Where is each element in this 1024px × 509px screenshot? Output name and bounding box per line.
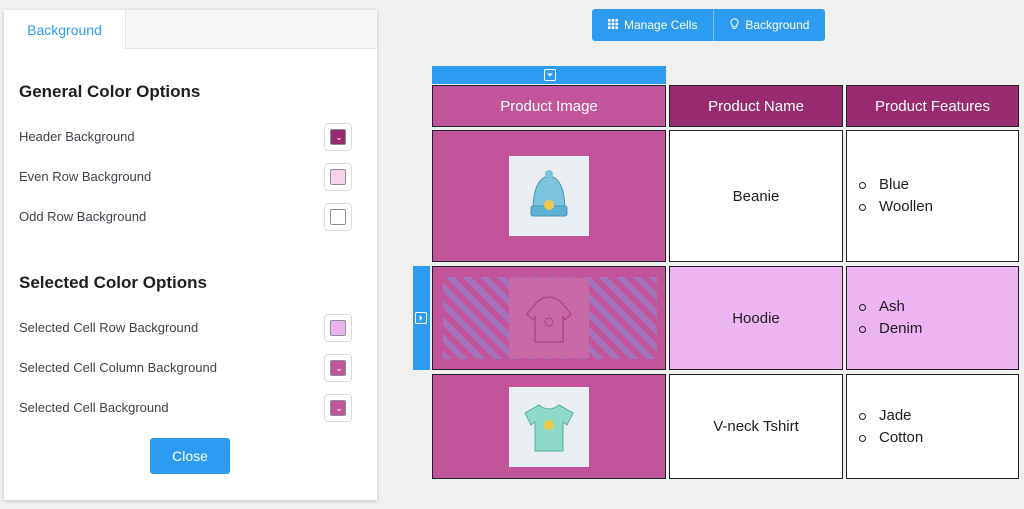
table-cell-name-row-2[interactable]: Hoodie (669, 266, 843, 370)
even-row-background-option: Even Row Background (19, 163, 352, 191)
table-cell-features-row-2[interactable]: Ash Denim (846, 266, 1019, 370)
manage-cells-button[interactable]: Manage Cells (592, 9, 715, 41)
features-list: Ash Denim (859, 296, 922, 340)
selected-cell-row-background-color-picker[interactable] (324, 314, 352, 342)
header-cell-product-features[interactable]: Product Features (846, 85, 1019, 127)
table-cell-features-row-1[interactable]: Blue Woollen (846, 130, 1019, 262)
odd-row-background-option: Odd Row Background (19, 203, 352, 231)
column-menu-toggle[interactable] (544, 69, 556, 81)
list-item: Blue (859, 174, 933, 196)
background-button[interactable]: Background (714, 9, 826, 41)
table-toolbar: Manage Cells Background (592, 9, 826, 41)
header-background-swatch: ⌄ (330, 129, 346, 145)
list-item: Ash (859, 296, 922, 318)
header-background-option: Header Background ⌄ (19, 123, 352, 151)
manage-cells-label: Manage Cells (624, 18, 698, 32)
caret-down-icon (547, 73, 553, 77)
selected-cell-background-swatch: ⌄ (330, 400, 346, 416)
bulb-icon (730, 17, 739, 33)
selected-cell-column-background-color-picker[interactable]: ⌄ (324, 354, 352, 382)
chevron-down-icon: ⌄ (335, 403, 343, 413)
header-cell-product-image[interactable]: Product Image (432, 85, 666, 127)
table-cell-name-row-1[interactable]: Beanie (669, 130, 843, 262)
selected-cell-column-background-label: Selected Cell Column Background (19, 360, 217, 375)
background-label: Background (745, 18, 810, 32)
close-button[interactable]: Close (150, 438, 230, 474)
features-list: Jade Cotton (859, 405, 923, 449)
selected-cell-column-background-option: Selected Cell Column Background ⌄ (19, 354, 352, 382)
tab-background[interactable]: Background (4, 10, 126, 49)
list-item: Denim (859, 318, 922, 340)
selected-cell-row-background-label: Selected Cell Row Background (19, 320, 199, 335)
row-menu-toggle[interactable] (415, 312, 427, 324)
column-handle[interactable] (432, 66, 666, 84)
caret-right-icon (419, 315, 423, 321)
hoodie-image (509, 278, 589, 358)
table-cell-image-row-3[interactable] (432, 374, 666, 479)
tshirt-image (509, 386, 589, 467)
odd-row-background-color-picker[interactable] (324, 203, 352, 231)
selected-cell-background-option: Selected Cell Background ⌄ (19, 394, 352, 422)
selected-cell-background-label: Selected Cell Background (19, 400, 169, 415)
even-row-background-color-picker[interactable] (324, 163, 352, 191)
odd-row-background-label: Odd Row Background (19, 209, 147, 224)
table-cell-name-row-3[interactable]: V-neck Tshirt (669, 374, 843, 479)
row-handle[interactable] (413, 266, 430, 370)
header-background-color-picker[interactable]: ⌄ (324, 123, 352, 151)
grid-icon (608, 18, 618, 32)
list-item: Cotton (859, 427, 923, 449)
header-cell-product-name[interactable]: Product Name (669, 85, 843, 127)
odd-row-background-swatch (330, 209, 346, 225)
selected-cell-row-background-option: Selected Cell Row Background (19, 314, 352, 342)
panel-tab-bar: Background (4, 10, 377, 49)
selected-cell-column-background-swatch: ⌄ (330, 360, 346, 376)
list-item: Jade (859, 405, 923, 427)
selected-cell-row-background-swatch (330, 320, 346, 336)
general-color-options-title: General Color Options (19, 82, 201, 101)
selected-cell-background-color-picker[interactable]: ⌄ (324, 394, 352, 422)
table-cell-features-row-3[interactable]: Jade Cotton (846, 374, 1019, 479)
even-row-background-label: Even Row Background (19, 169, 152, 184)
features-list: Blue Woollen (859, 174, 933, 218)
list-item: Woollen (859, 196, 933, 218)
table-cell-image-row-1[interactable] (432, 130, 666, 262)
even-row-background-swatch (330, 169, 346, 185)
chevron-down-icon: ⌄ (335, 132, 343, 142)
header-background-label: Header Background (19, 129, 135, 144)
chevron-down-icon: ⌄ (335, 363, 343, 373)
table-cell-image-row-2-selected[interactable] (432, 266, 666, 370)
beanie-image (509, 156, 589, 236)
background-settings-panel: Background General Color Options Header … (4, 10, 377, 500)
selected-color-options-title: Selected Color Options (19, 273, 207, 292)
